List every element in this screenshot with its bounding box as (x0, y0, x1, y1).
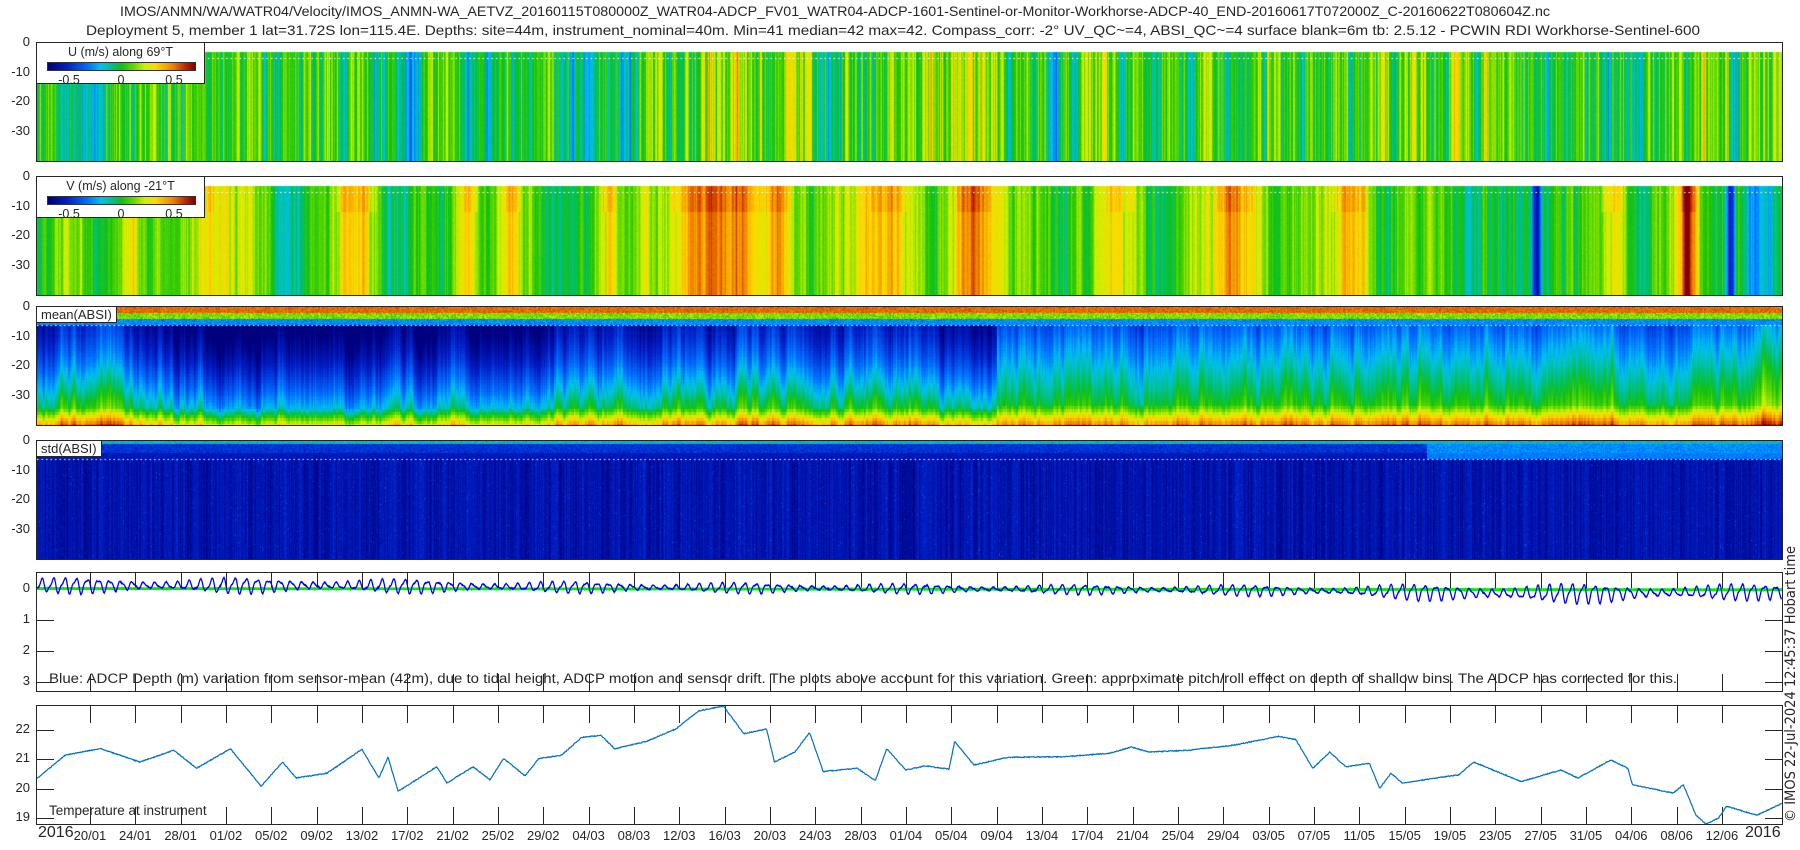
x-tick-label: 05/04 (934, 828, 968, 843)
x-tick-label: 04/06 (1614, 828, 1648, 843)
x-tick-label: 01/02 (209, 828, 243, 843)
temperature-line (37, 706, 1782, 824)
x-tick-label: 29/04 (1206, 828, 1240, 843)
x-tick-label: 05/02 (254, 828, 288, 843)
x-tick-label: 12/06 (1705, 828, 1739, 843)
x-tick-label: 03/05 (1252, 828, 1285, 843)
u-colorbar (47, 62, 196, 71)
u-colorbar-tick: 0.5 (165, 73, 183, 87)
v-legend-title: V (m/s) along -21°T (66, 179, 175, 193)
figure-title: IMOS/ANMN/WA/WATR04/Velocity/IMOS_ANMN-W… (86, 3, 1700, 38)
temperature-y-tick-label: 20 (15, 779, 30, 795)
x-tick-label: 17/04 (1070, 828, 1104, 843)
u-legend-title: U (m/s) along 69°T (67, 45, 174, 59)
v-y-tick-label: -10 (11, 197, 30, 213)
temperature-panel: Temperature at instrument (36, 705, 1783, 825)
x-tick-label: 08/06 (1660, 828, 1693, 843)
x-tick-label: 09/04 (980, 828, 1013, 843)
u-y-tick-label: -10 (11, 63, 30, 79)
x-tick-label: 21/02 (436, 828, 469, 843)
x-tick-label: 12/03 (662, 828, 696, 843)
x-tick-label: 09/02 (300, 828, 333, 843)
x-tick-label: 27/05 (1524, 828, 1557, 843)
std_absi-y-tick-label: -20 (11, 491, 30, 506)
mean_absi-y-tick-label: 0 (22, 298, 30, 313)
x-tick-label: 01/04 (889, 828, 923, 843)
x-tick-label: 29/02 (526, 828, 560, 843)
std_absi-y-tick-label: -10 (11, 461, 30, 477)
x-tick-label: 19/05 (1433, 828, 1467, 843)
mean-absi-panel (36, 306, 1783, 426)
x-tick-label: 13/02 (345, 828, 379, 843)
x-tick-label: 11/05 (1343, 828, 1376, 843)
u-colorbar-legend: U (m/s) along 69°T -0.5 0 0.5 (36, 42, 205, 87)
x-tick-label: 17/02 (390, 828, 424, 843)
x-tick-label: 25/04 (1161, 828, 1195, 843)
v-velocity-heatmap (37, 177, 1782, 295)
title-line-2: Deployment 5, member 1 lat=31.72S lon=11… (86, 22, 1700, 38)
v-colorbar-tick: 0 (117, 207, 125, 221)
v-velocity-panel (36, 176, 1783, 296)
temperature-y-tick-label: 21 (15, 750, 30, 766)
x-tick-label: 13/04 (1025, 828, 1059, 843)
x-tick-label: 15/05 (1388, 828, 1421, 843)
x-tick-label: 16/03 (708, 828, 741, 843)
x-axis-start-year: 2016 (38, 824, 74, 841)
u-y-tick-label: 0 (22, 34, 30, 49)
x-axis-end-year: 2016 (1745, 824, 1781, 841)
temperature-plot: Temperature at instrument (37, 706, 1782, 824)
stamp-text: © IMOS 22-Jul-2024 12:45:37 Hobart time (1783, 546, 1799, 822)
depth-variation-caption: Blue: ADCP Depth (m) variation from sens… (49, 671, 1677, 686)
depth-variation-panel: Blue: ADCP Depth (m) variation from sens… (36, 572, 1783, 692)
x-tick-label: 28/01 (164, 828, 197, 843)
x-tick-label: 20/03 (753, 828, 787, 843)
v-y-tick-label: -20 (11, 227, 30, 242)
v-colorbar (47, 196, 196, 205)
x-tick-label: 24/03 (798, 828, 832, 843)
v-colorbar-tick: 0.5 (165, 207, 183, 221)
x-tick-label: 21/04 (1116, 828, 1149, 843)
v-colorbar-tick: -0.5 (58, 207, 80, 221)
temperature-y-tick-label: 22 (15, 720, 30, 736)
v-y-tick-label: 0 (22, 168, 30, 183)
std_absi-y-tick-label: 0 (22, 432, 30, 447)
depth-y-tick-label: 1 (22, 610, 30, 626)
mean-absi-label: mean(ABSI) (36, 306, 117, 323)
u-colorbar-tick: 0 (117, 73, 125, 87)
title-line-1: IMOS/ANMN/WA/WATR04/Velocity/IMOS_ANMN-W… (120, 3, 1550, 19)
std-absi-label: std(ABSI) (36, 440, 102, 457)
u-y-tick-label: -20 (11, 93, 30, 108)
depth-y-tick-label: 2 (22, 641, 30, 657)
x-tick-label: 25/02 (481, 828, 515, 843)
x-tick-label: 31/05 (1569, 828, 1603, 843)
std-absi-panel (36, 440, 1783, 560)
mean_absi-y-tick-label: -30 (11, 386, 30, 402)
v-y-tick-label: -30 (11, 256, 30, 272)
x-tick-label: 04/03 (572, 828, 605, 843)
x-tick-label: 08/03 (617, 828, 651, 843)
temperature-label: Temperature at instrument (49, 803, 207, 818)
std-absi-heatmap (37, 441, 1782, 559)
v-colorbar-legend: V (m/s) along -21°T -0.5 0 0.5 (36, 176, 205, 221)
u-velocity-panel (36, 42, 1783, 162)
x-tick-label: 28/03 (844, 828, 877, 843)
depth-y-tick-label: 0 (22, 579, 30, 595)
x-tick-label: 20/01 (73, 828, 107, 843)
x-tick-label: 23/05 (1478, 828, 1512, 843)
temperature-y-tick-label: 19 (15, 809, 30, 825)
copyright-stamp: © IMOS 22-Jul-2024 12:45:37 Hobart time (1783, 546, 1799, 822)
u-velocity-heatmap (37, 43, 1782, 161)
u-colorbar-tick: -0.5 (58, 73, 80, 87)
depth-variation-plot: Blue: ADCP Depth (m) variation from sens… (37, 573, 1782, 691)
u-y-tick-label: -30 (11, 122, 30, 138)
x-tick-label: 07/05 (1297, 828, 1331, 843)
std_absi-y-tick-label: -30 (11, 520, 30, 536)
mean_absi-y-tick-label: -20 (11, 357, 30, 372)
mean_absi-y-tick-label: -10 (11, 327, 30, 343)
depth-y-tick-label: 3 (22, 672, 30, 688)
mean-absi-heatmap (37, 307, 1782, 425)
x-tick-label: 24/01 (118, 828, 152, 843)
